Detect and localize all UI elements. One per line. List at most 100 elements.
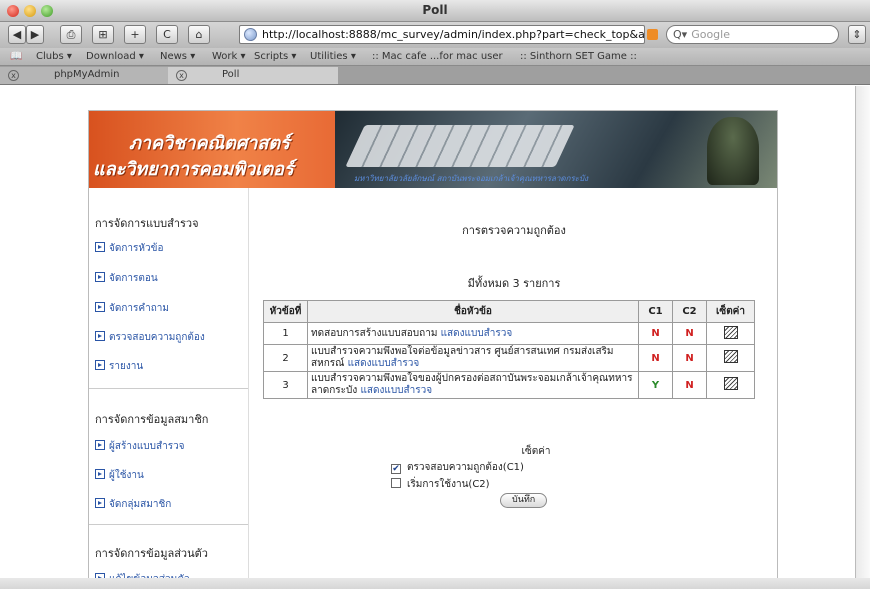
- show-survey-link[interactable]: แสดงแบบสำรวจ: [348, 358, 420, 369]
- check-c1-checkbox[interactable]: ✔: [391, 464, 401, 474]
- vertical-scrollbar[interactable]: [855, 86, 870, 589]
- row-number: 3: [263, 371, 308, 399]
- edit-settings-icon[interactable]: [723, 325, 738, 339]
- row-number: 2: [263, 344, 308, 372]
- sidebar-item-manage-questions[interactable]: จัดการคำถาม: [95, 301, 169, 316]
- admin-sidebar: การจัดการแบบสำรวจ จัดการหัวข้อ จัดการตอน…: [89, 188, 249, 587]
- check-c1-label: ตรวจสอบความถูกต้อง(C1): [407, 462, 524, 473]
- header-topic-name: ชื่อหัวข้อ: [307, 300, 639, 323]
- reload-button[interactable]: C: [156, 25, 178, 44]
- row-c2-flag: N: [672, 371, 707, 399]
- check-c2-checkbox[interactable]: [391, 478, 401, 488]
- edit-settings-icon[interactable]: [723, 350, 738, 363]
- sidebar-section-survey: การจัดการแบบสำรวจ: [95, 217, 199, 230]
- window-titlebar: Poll: [0, 0, 870, 22]
- back-button[interactable]: ◀: [8, 25, 26, 44]
- header-c1: C1: [638, 300, 673, 323]
- sidebar-section-personal: การจัดการข้อมูลส่วนตัว: [95, 547, 208, 560]
- search-placeholder: Google: [691, 28, 730, 41]
- tab-poll[interactable]: x Poll: [168, 67, 338, 84]
- row-c2-flag: N: [672, 322, 707, 345]
- arrow-box-icon: [95, 242, 105, 252]
- sidebar-section-members: การจัดการข้อมูลสมาชิก: [95, 413, 209, 426]
- arrow-box-icon: [95, 331, 105, 341]
- poll-admin-page: ภาควิชาคณิตศาสตร์ และวิทยาการคอมพิวเตอร์…: [88, 110, 778, 588]
- sidebar-item-report[interactable]: รายงาน: [95, 359, 143, 374]
- arrow-box-icon: [95, 469, 105, 479]
- show-survey-link[interactable]: แสดงแบบสำรวจ: [360, 385, 432, 396]
- show-survey-link[interactable]: แสดงแบบสำรวจ: [441, 328, 513, 339]
- tab-label: phpMyAdmin: [54, 69, 120, 80]
- settings-label: เซ็ตค่า: [521, 446, 551, 457]
- url-text: http://localhost:8888/mc_survey/admin/in…: [262, 28, 645, 41]
- row-number: 1: [263, 322, 308, 345]
- total-count: มีทั้งหมด 3 รายการ: [467, 277, 561, 290]
- sidebar-divider: [89, 524, 248, 525]
- tab-phpmyadmin[interactable]: x phpMyAdmin: [0, 67, 168, 84]
- row-title: แบบสำรวจความพึงพอใจของผู้ปกครองต่อสถาบัน…: [307, 371, 639, 399]
- bookmark-mac-cafe[interactable]: :: Mac cafe ...for mac user: [372, 48, 503, 65]
- main-content: การตรวจความถูกต้อง มีทั้งหมด 3 รายการ หั…: [249, 188, 777, 587]
- banner-subtitle: มหาวิทยาลัยวลัยลักษณ์ สถาบันพระจอมเกล้าเ…: [354, 174, 589, 183]
- sidebar-divider: [89, 388, 248, 389]
- sidebar-item-survey-creators[interactable]: ผู้สร้างแบบสำรวจ: [95, 439, 185, 454]
- add-bookmark-button[interactable]: +: [124, 25, 146, 44]
- sidebar-item-check-validity[interactable]: ตรวจสอบความถูกต้อง: [95, 330, 205, 345]
- sidebar-item-manage-topics[interactable]: จัดการหัวข้อ: [95, 241, 163, 256]
- close-icon[interactable]: x: [176, 70, 187, 81]
- bookmark-work[interactable]: Work ▾: [212, 48, 246, 65]
- sidebar-item-manage-sections[interactable]: จัดการตอน: [95, 271, 158, 286]
- grid-button[interactable]: ⊞: [92, 25, 114, 44]
- open-book-icon[interactable]: 📖: [10, 48, 22, 65]
- tab-bar: x phpMyAdmin x Poll: [0, 66, 870, 85]
- edit-settings-icon[interactable]: [723, 377, 738, 390]
- arrow-box-icon: [95, 272, 105, 282]
- table-row: 2 แบบสำรวจความพึงพอใจต่อข้อมูลข่าวสาร ศู…: [263, 344, 755, 372]
- sidebar-toggle-button[interactable]: ⇕: [848, 25, 866, 44]
- page-title: การตรวจความถูกต้อง: [462, 224, 566, 237]
- bookmark-clubs[interactable]: Clubs ▾: [36, 48, 72, 65]
- banner-title-line1: ภาควิชาคณิตศาสตร์: [129, 133, 290, 154]
- site-banner: ภาควิชาคณิตศาสตร์ และวิทยาการคอมพิวเตอร์…: [89, 111, 777, 188]
- sidebar-item-member-groups[interactable]: จัดกลุ่มสมาชิก: [95, 497, 171, 512]
- address-bar[interactable]: http://localhost:8888/mc_survey/admin/in…: [239, 25, 645, 44]
- home-button[interactable]: ⌂: [188, 25, 210, 44]
- bookmark-sinthorn[interactable]: :: Sinthorn SET Game ::: [520, 48, 637, 65]
- check-c2-label: เริ่มการใช้งาน(C2): [407, 479, 490, 490]
- status-strip: [0, 578, 870, 589]
- table-header-row: หัวข้อที่ ชื่อหัวข้อ C1 C2 เซ็ตค่า: [263, 300, 755, 323]
- row-c1-flag: Y: [638, 371, 673, 399]
- save-button[interactable]: บันทึก: [500, 493, 548, 508]
- print-button[interactable]: ⎙: [60, 25, 82, 44]
- arrow-box-icon: [95, 302, 105, 312]
- bookmark-scripts[interactable]: Scripts ▾: [254, 48, 296, 65]
- row-title: ทดสอบการสร้างแบบสอบถาม แสดงแบบสำรวจ: [307, 322, 639, 345]
- window-title: Poll: [422, 3, 448, 17]
- sidebar-item-users[interactable]: ผู้ใช้งาน: [95, 468, 144, 483]
- table-row: 3 แบบสำรวจความพึงพอใจของผู้ปกครองต่อสถาบ…: [263, 371, 755, 399]
- tab-label: Poll: [222, 69, 240, 80]
- forward-button[interactable]: ▶: [26, 25, 44, 44]
- row-settings: [706, 344, 755, 372]
- search-field[interactable]: Q▾ Google: [666, 25, 839, 44]
- header-c2: C2: [672, 300, 707, 323]
- close-icon[interactable]: x: [8, 70, 19, 81]
- rss-icon[interactable]: [647, 29, 658, 40]
- arrow-box-icon: [95, 498, 105, 508]
- topics-table: หัวข้อที่ ชื่อหัวข้อ C1 C2 เซ็ตค่า 1 ทดส…: [263, 300, 755, 399]
- banner-left-panel: ภาควิชาคณิตศาสตร์ และวิทยาการคอมพิวเตอร์: [89, 111, 335, 188]
- check-c1-row[interactable]: ✔ ตรวจสอบความถูกต้อง(C1): [391, 460, 524, 475]
- arrow-box-icon: [95, 360, 105, 370]
- search-icon: Q▾: [673, 28, 688, 41]
- bookmark-utilities[interactable]: Utilities ▾: [310, 48, 356, 65]
- row-c1-flag: N: [638, 344, 673, 372]
- bookmarks-bar: 📖 Clubs ▾ Download ▾ News ▾ Work ▾ Scrip…: [0, 48, 870, 66]
- arrow-box-icon: [95, 440, 105, 450]
- page-viewport: ภาควิชาคณิตศาสตร์ และวิทยาการคอมพิวเตอร์…: [0, 86, 870, 589]
- check-c2-row[interactable]: เริ่มการใช้งาน(C2): [391, 477, 490, 492]
- bookmark-download[interactable]: Download ▾: [86, 48, 144, 65]
- banner-title-line2: และวิทยาการคอมพิวเตอร์: [93, 159, 294, 180]
- row-title: แบบสำรวจความพึงพอใจต่อข้อมูลข่าวสาร ศูนย…: [307, 344, 639, 372]
- row-settings: [706, 371, 755, 399]
- bookmark-news[interactable]: News ▾: [160, 48, 195, 65]
